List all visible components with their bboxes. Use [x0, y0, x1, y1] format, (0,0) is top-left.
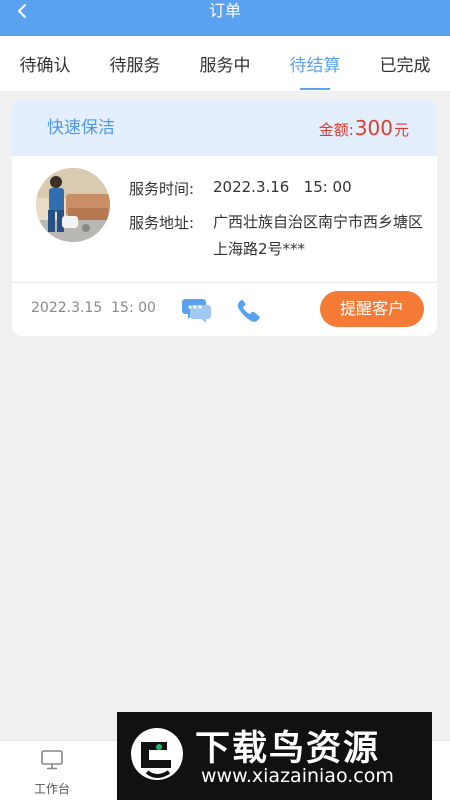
amount-label: 金额:	[318, 121, 354, 139]
service-photo	[36, 168, 110, 242]
monitor-icon	[41, 750, 63, 770]
amount-value: 300	[354, 116, 393, 140]
remind-customer-button[interactable]: 提醒客户	[320, 291, 424, 327]
tab-pending-settlement[interactable]: 待结算	[270, 36, 360, 91]
watermark-title: 下载鸟资源	[195, 729, 381, 769]
tab-in-service[interactable]: 服务中	[180, 36, 270, 91]
tab-completed[interactable]: 已完成	[360, 36, 450, 91]
order-created-time: 2022.3.15 15: 00	[31, 300, 156, 316]
service-time-label: 服务时间:	[129, 180, 195, 198]
phone-icon[interactable]	[234, 295, 262, 323]
service-address-value: 广西壮族自治区南宁市西乡塘区上海路2号***	[213, 213, 424, 258]
order-amount: 金额:300元	[319, 100, 409, 158]
order-card-header: 快速保洁 金额:300元	[12, 100, 437, 156]
watermark-url: www.xiazainiao.com	[201, 765, 394, 787]
order-card[interactable]: 快速保洁 金额:300元 服务时间: 2022.3.16 15: 00 服务地址…	[12, 100, 437, 336]
tab-pending-service[interactable]: 待服务	[90, 36, 180, 91]
service-address-label: 服务地址:	[129, 214, 195, 232]
tab-pending-confirm[interactable]: 待确认	[0, 36, 90, 91]
card-divider	[12, 282, 437, 283]
bird-logo-icon	[131, 728, 183, 780]
page-title: 订单	[208, 1, 241, 20]
app-header: 订单	[0, 0, 450, 36]
order-status-tabs: 待确认 待服务 服务中 待结算 已完成	[0, 36, 450, 91]
amount-unit: 元	[393, 121, 409, 139]
nav-workbench-label: 工作台	[33, 782, 70, 796]
service-time-value: 2022.3.16 15: 00	[213, 178, 352, 196]
service-name: 快速保洁	[47, 118, 115, 138]
chat-bubble-icon[interactable]	[181, 293, 213, 325]
nav-workbench[interactable]: 工作台	[18, 749, 86, 797]
watermark-banner: 下载鸟资源 www.xiazainiao.com	[117, 712, 432, 800]
